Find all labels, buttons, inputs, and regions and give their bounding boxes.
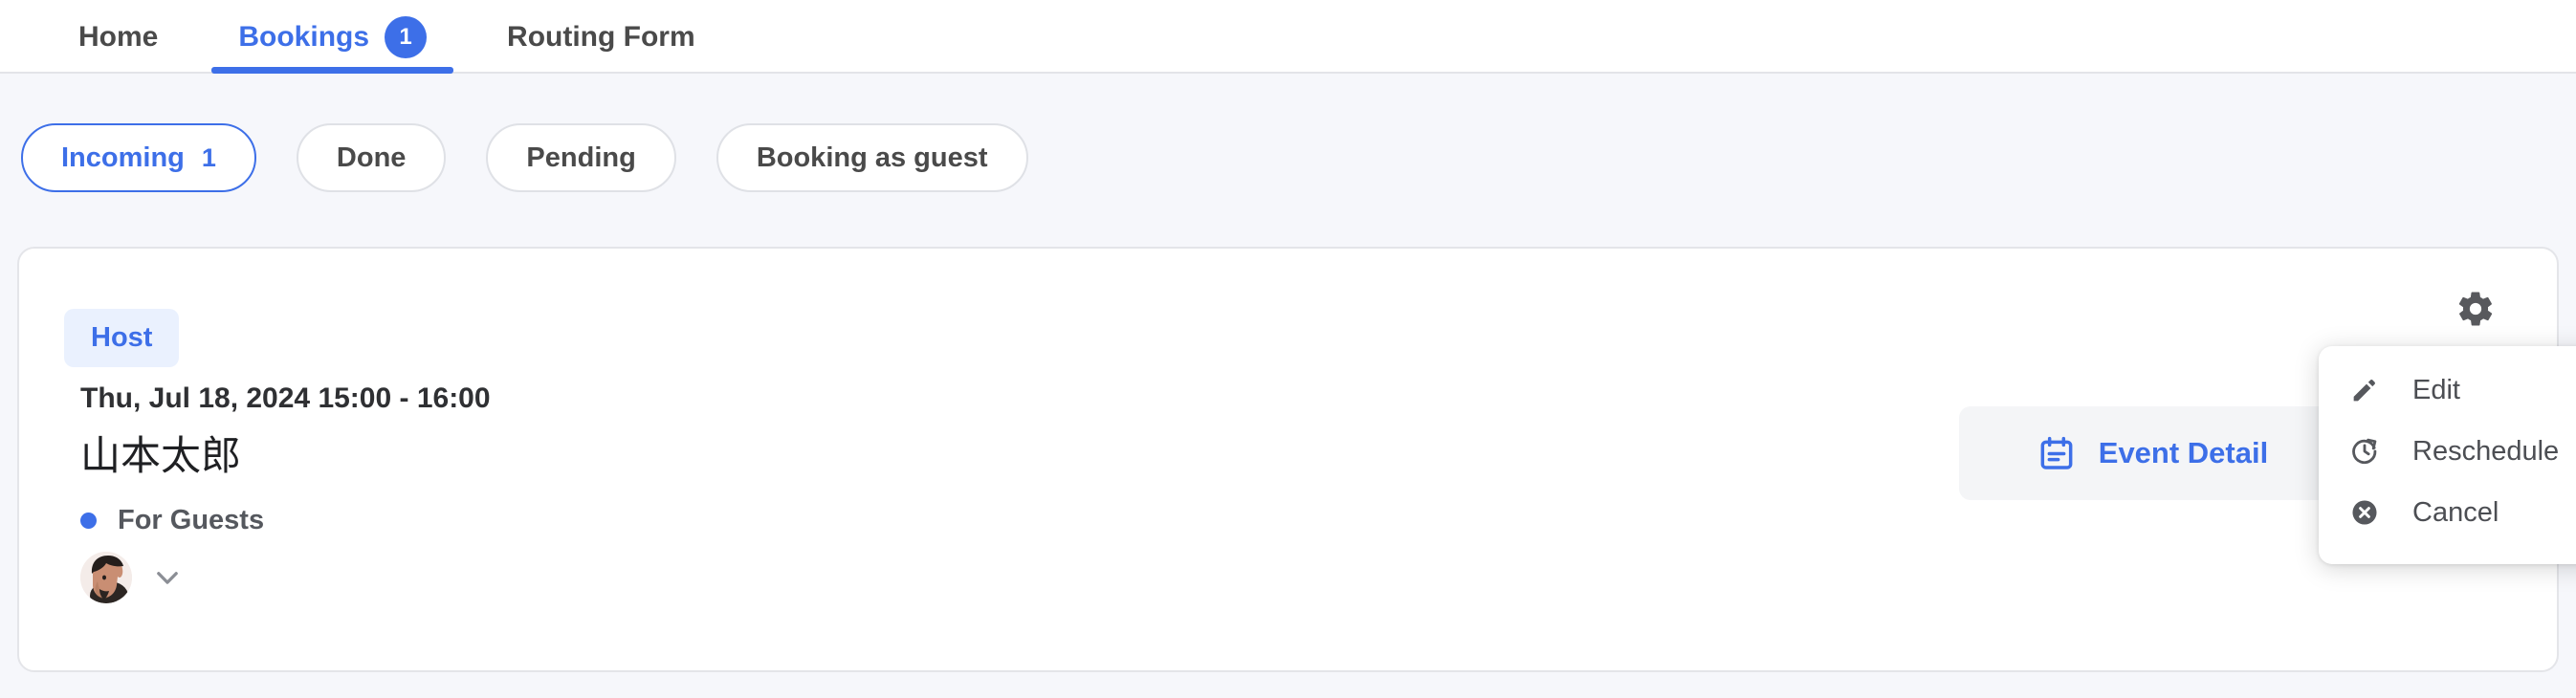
filter-chip-incoming[interactable]: Incoming 1 — [21, 123, 256, 192]
filter-chip-booking-as-guest[interactable]: Booking as guest — [716, 123, 1028, 192]
user-avatar-image — [80, 552, 132, 603]
top-navigation-bar: Home Bookings 1 Routing Form — [0, 0, 2576, 74]
menu-item-reschedule[interactable]: Reschedule — [2319, 421, 2576, 482]
filter-chip-done[interactable]: Done — [296, 123, 447, 192]
avatar — [80, 552, 132, 603]
tab-routing-form-label: Routing Form — [507, 20, 695, 53]
for-guests-label: For Guests — [118, 505, 265, 535]
tab-bookings-label: Bookings — [238, 20, 370, 53]
status-dot-icon — [80, 513, 97, 529]
attendee-row — [80, 552, 184, 603]
clock-rotate-icon-wrap — [2347, 436, 2382, 467]
filter-chip-booking-as-guest-label: Booking as guest — [756, 142, 988, 173]
circle-x-icon — [2352, 500, 2377, 525]
for-guests-row: For Guests — [80, 505, 264, 536]
expand-attendees-button[interactable] — [151, 561, 184, 594]
filter-chip-done-label: Done — [336, 142, 407, 173]
status-filter-chip-group: Incoming 1 Done Pending Booking as guest — [0, 123, 1028, 192]
tab-bookings-badge: 1 — [385, 15, 428, 58]
tab-home-label: Home — [78, 20, 159, 53]
filter-toolbar: Incoming 1 Done Pending Booking as guest… — [0, 76, 2576, 240]
filter-chip-incoming-label: Incoming — [61, 142, 185, 173]
nav-tab-list: Home Bookings 1 Routing Form — [0, 0, 736, 74]
menu-item-reschedule-label: Reschedule — [2412, 435, 2560, 467]
tab-routing-form[interactable]: Routing Form — [467, 0, 736, 74]
bookings-page: Home Bookings 1 Routing Form Incoming 1 … — [0, 0, 2576, 698]
event-detail-button[interactable]: Event Detail — [1959, 406, 2346, 500]
menu-item-cancel-label: Cancel — [2412, 496, 2499, 528]
menu-item-edit[interactable]: Edit — [2319, 360, 2576, 421]
role-badge-host: Host — [64, 309, 180, 367]
circle-x-icon-wrap — [2347, 497, 2382, 528]
tab-bookings[interactable]: Bookings 1 — [198, 0, 467, 74]
event-detail-label: Event Detail — [2098, 436, 2269, 469]
filter-chip-pending[interactable]: Pending — [486, 123, 676, 192]
booking-settings-button[interactable] — [2455, 289, 2496, 329]
clock-rotate-icon — [2352, 438, 2377, 464]
booking-title: 山本太郎 — [80, 433, 242, 478]
filter-chip-pending-label: Pending — [526, 142, 636, 173]
pencil-icon-wrap — [2347, 375, 2382, 405]
chevron-down-icon — [157, 572, 178, 584]
menu-item-edit-label: Edit — [2412, 374, 2460, 405]
booking-context-menu: Edit Reschedule Cancel — [2319, 346, 2576, 564]
filter-chip-incoming-count: 1 — [201, 142, 216, 172]
menu-item-cancel[interactable]: Cancel — [2319, 482, 2576, 543]
pencil-icon — [2353, 380, 2375, 402]
gear-icon — [2458, 292, 2493, 326]
calendar-icon — [2040, 436, 2073, 469]
tab-home[interactable]: Home — [38, 0, 198, 74]
booking-datetime: Thu, Jul 18, 2024 15:00 - 16:00 — [80, 382, 491, 414]
